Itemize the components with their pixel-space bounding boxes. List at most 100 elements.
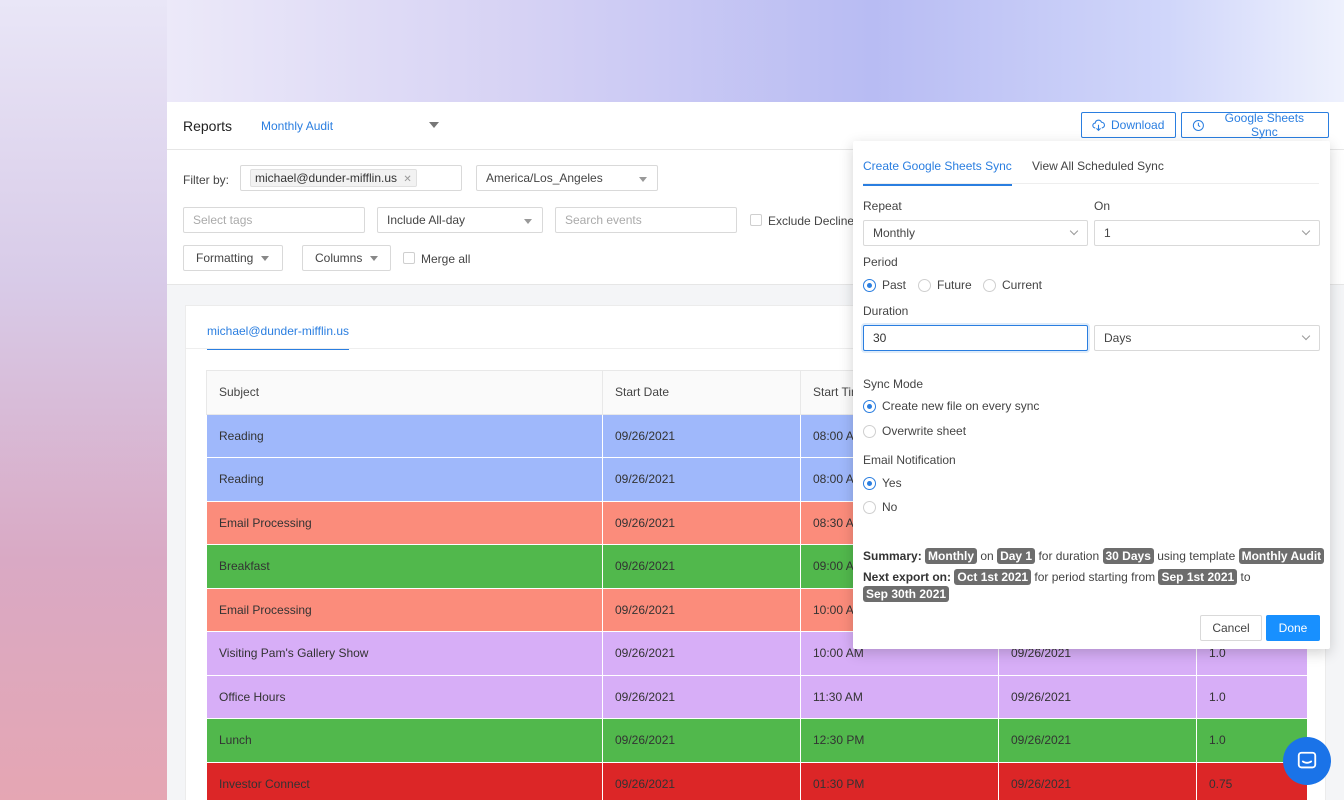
email-yes-radio[interactable]: Yes: [863, 476, 902, 490]
sync-mode-new-file-label: Create new file on every sync: [882, 399, 1040, 413]
tab-view-all-sync[interactable]: View All Scheduled Sync: [1032, 159, 1164, 173]
radio-dot: [863, 476, 876, 490]
remove-tag-icon[interactable]: ✕: [403, 174, 411, 185]
cloud-download-icon: [1092, 119, 1105, 131]
report-select-caret-icon[interactable]: [429, 122, 439, 128]
radio-dot: [983, 278, 996, 292]
cell-start-date: 09/26/2021: [602, 587, 801, 632]
allday-value: Include All-day: [387, 213, 466, 227]
page-title: Reports: [183, 118, 233, 134]
formatting-dropdown[interactable]: Formatting: [183, 245, 283, 271]
on-label: On: [1094, 199, 1111, 213]
cell-end-date: 09/26/2021: [998, 761, 1197, 800]
cell-start-time: 12:30 PM: [800, 718, 999, 763]
summary-template-pill: Monthly Audit: [1238, 548, 1325, 564]
formatting-label: Formatting: [196, 251, 254, 265]
search-events-input[interactable]: Search events: [555, 207, 737, 233]
filter-by-label: Filter by:: [183, 173, 230, 187]
report-select[interactable]: Monthly Audit: [261, 119, 333, 133]
cell-start-date: 09/26/2021: [602, 631, 801, 676]
tags-select[interactable]: Select tags: [183, 207, 365, 233]
repeat-select[interactable]: Monthly: [863, 220, 1088, 246]
cell-start-date: 09/26/2021: [602, 761, 801, 800]
table-row[interactable]: Office Hours 09/26/2021 11:30 AM 09/26/2…: [206, 674, 1308, 719]
cell-start-date: 09/26/2021: [602, 413, 801, 458]
period-end-pill: Sep 30th 2021: [863, 586, 950, 602]
chevron-down-icon: [1301, 226, 1311, 236]
cell-subject: Office Hours: [206, 674, 603, 719]
cell-start-time: 01:30 PM: [800, 761, 999, 800]
cell-subject: Lunch: [206, 718, 603, 763]
summary-day-pill: Day 1: [997, 548, 1036, 564]
duration-unit-select[interactable]: Days: [1094, 325, 1320, 351]
next-export-line: Next export on: Oct 1st 2021 for period …: [863, 569, 1251, 585]
done-button[interactable]: Done: [1266, 615, 1320, 641]
period-to-text: to: [1240, 570, 1251, 584]
period-start-text: for period starting from: [1034, 570, 1156, 584]
tab-user-calendar[interactable]: michael@dunder-mifflin.us: [207, 324, 350, 350]
cell-subject: Email Processing: [206, 587, 603, 632]
repeat-label: Repeat: [863, 199, 902, 213]
duration-input[interactable]: 30: [863, 325, 1088, 351]
table-row[interactable]: Lunch 09/26/2021 12:30 PM 09/26/2021 1.0: [206, 718, 1308, 763]
timezone-value: America/Los_Angeles: [486, 171, 603, 185]
column-header[interactable]: Subject: [206, 370, 603, 415]
on-day-value: 1: [1104, 226, 1111, 240]
caret-down-icon: [261, 255, 270, 261]
cell-start-date: 09/26/2021: [602, 674, 801, 719]
cancel-button[interactable]: Cancel: [1200, 615, 1262, 641]
chevron-down-icon: [1069, 226, 1079, 236]
cell-start-date: 09/26/2021: [602, 457, 801, 502]
cell-subject: Investor Connect: [206, 761, 603, 800]
cell-subject: Reading: [206, 413, 603, 458]
email-no-radio[interactable]: No: [863, 500, 897, 514]
cell-subject: Email Processing: [206, 500, 603, 545]
google-sheets-sync-label: Google Sheets Sync: [1224, 111, 1305, 139]
clock-icon: [1192, 119, 1204, 131]
timezone-select[interactable]: America/Los_Angeles: [476, 165, 658, 191]
allday-select[interactable]: Include All-day: [377, 207, 543, 233]
cell-end-date: 09/26/2021: [998, 674, 1197, 719]
user-tag-label: michael@dunder-mifflin.us: [255, 171, 398, 185]
chevron-down-icon: [1301, 331, 1311, 341]
sync-mode-overwrite-radio[interactable]: Overwrite sheet: [863, 424, 966, 438]
google-sheets-sync-button[interactable]: Google Sheets Sync: [1181, 111, 1329, 139]
merge-all-label: Merge all: [421, 252, 471, 266]
period-current-label: Current: [1002, 278, 1043, 292]
exclude-declined-checkbox[interactable]: [750, 214, 762, 226]
download-button[interactable]: Download: [1081, 112, 1176, 138]
chevron-down-icon: [524, 219, 532, 224]
cell-subject: Visiting Pam's Gallery Show: [206, 631, 603, 676]
summary-on-text: on: [980, 549, 994, 563]
period-future-radio[interactable]: Future: [918, 278, 972, 292]
period-past-radio[interactable]: Past: [863, 278, 906, 292]
cell-hours: 1.0: [1196, 674, 1308, 719]
popup-tab-divider: [863, 183, 1319, 184]
columns-dropdown[interactable]: Columns: [302, 245, 391, 271]
radio-dot: [863, 399, 876, 413]
cell-start-date: 09/26/2021: [602, 500, 801, 545]
duration-label: Duration: [863, 304, 909, 318]
summary-label: Summary:: [863, 549, 922, 563]
summary-repeat-pill: Monthly: [925, 548, 978, 564]
on-day-select[interactable]: 1: [1094, 220, 1320, 246]
radio-dot: [918, 278, 931, 292]
period-end-line: Sep 30th 2021: [863, 586, 950, 602]
sync-mode-overwrite-label: Overwrite sheet: [882, 424, 967, 438]
chat-launcher-button[interactable]: [1283, 737, 1331, 785]
tab-create-sync[interactable]: Create Google Sheets Sync: [863, 159, 1012, 186]
sync-mode-new-file-radio[interactable]: Create new file on every sync: [863, 399, 1039, 413]
merge-all-checkbox[interactable]: [403, 252, 415, 264]
summary-duration-text: for duration: [1038, 549, 1100, 563]
sync-summary-line: Summary: Monthly on Day 1 for duration 3…: [863, 548, 1325, 564]
tags-placeholder: Select tags: [193, 213, 253, 227]
cell-start-date: 09/26/2021: [602, 718, 801, 763]
background-left: [0, 0, 167, 800]
table-row[interactable]: Investor Connect 09/26/2021 01:30 PM 09/…: [206, 761, 1308, 800]
chevron-down-icon: [639, 177, 647, 182]
period-start-pill: Sep 1st 2021: [1158, 569, 1238, 585]
period-current-radio[interactable]: Current: [983, 278, 1042, 292]
user-filter-select[interactable]: michael@dunder-mifflin.us ✕: [240, 165, 462, 191]
column-header[interactable]: Start Date: [602, 370, 801, 415]
next-export-pill: Oct 1st 2021: [954, 569, 1032, 585]
